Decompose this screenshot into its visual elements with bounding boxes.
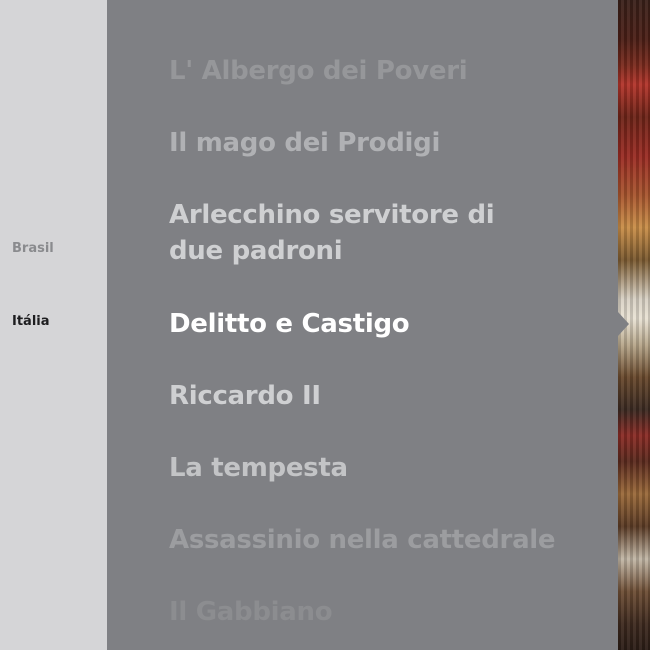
selected-title-pointer: [618, 312, 629, 336]
country-item-italia[interactable]: Itália: [12, 314, 50, 330]
title-item-albergo-dei-poveri[interactable]: L' Albergo dei Poveri: [169, 53, 529, 89]
country-sidebar: Brasil Itália: [0, 0, 107, 650]
title-item-delitto-e-castigo[interactable]: Delitto e Castigo: [169, 306, 529, 342]
title-item-il-gabbiano[interactable]: Il Gabbiano: [169, 594, 529, 630]
title-item-mago-dei-prodigi[interactable]: Il mago dei Prodigi: [169, 125, 529, 161]
title-item-arlecchino[interactable]: Arlecchino servitore di due padroni: [169, 197, 529, 269]
title-item-la-tempesta[interactable]: La tempesta: [169, 450, 529, 486]
title-list-panel: L' Albergo dei Poveri Il mago dei Prodig…: [107, 0, 618, 650]
title-item-riccardo-ii[interactable]: Riccardo II: [169, 378, 529, 414]
country-item-brasil[interactable]: Brasil: [12, 241, 54, 257]
title-item-assassinio[interactable]: Assassinio nella cattedrale: [169, 522, 556, 558]
